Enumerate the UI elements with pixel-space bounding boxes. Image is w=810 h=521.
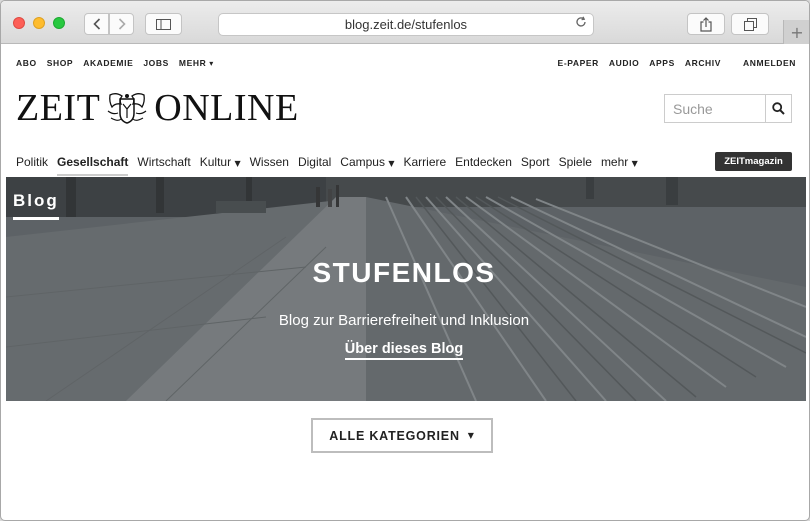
nav-kultur-label: Kultur xyxy=(199,155,232,169)
util-link-shop[interactable]: SHOP xyxy=(47,58,74,68)
util-link-abo[interactable]: ABO xyxy=(16,58,37,68)
blog-title: STUFENLOS xyxy=(312,257,496,288)
url-text: blog.zeit.de/stufenlos xyxy=(344,17,468,32)
nav-mehr-label: mehr xyxy=(600,155,629,169)
util-mehr-label: MEHR xyxy=(178,58,207,68)
caret-down-icon: ▼ xyxy=(467,431,475,440)
webpage: ABO SHOP AKADEMIE JOBS MEHR ▾ E-PAPER AU… xyxy=(6,45,806,518)
search-box xyxy=(664,94,792,123)
caret-down-icon: ▼ xyxy=(388,159,395,168)
util-link-akademie[interactable]: AKADEMIE xyxy=(83,58,133,68)
tab-overview-button[interactable] xyxy=(731,13,769,35)
nav-item-mehr[interactable]: mehr ▼ xyxy=(601,155,638,176)
util-link-apps[interactable]: APPS xyxy=(649,58,675,68)
address-bar[interactable]: blog.zeit.de/stufenlos xyxy=(218,13,594,36)
search-icon xyxy=(772,102,785,115)
login-link[interactable]: ANMELDEN xyxy=(743,58,796,68)
crest-icon xyxy=(107,93,147,124)
blog-tag: Blog xyxy=(13,191,59,220)
nav-item-kultur[interactable]: Kultur ▼ xyxy=(200,155,241,176)
logo-word-zeit: ZEIT xyxy=(16,87,101,129)
blog-subtitle: Blog zur Barrierefreiheit und Inklusion xyxy=(278,312,530,329)
chevron-left-icon xyxy=(92,18,100,30)
share-button[interactable] xyxy=(687,13,725,35)
utility-nav-left: ABO SHOP AKADEMIE JOBS MEHR ▾ xyxy=(16,58,214,68)
util-link-epaper[interactable]: E-PAPER xyxy=(558,58,599,68)
browser-window: blog.zeit.de/stufenlos + ABO SHOP AKADEM… xyxy=(0,0,810,521)
hero-image xyxy=(6,177,806,401)
nav-item-sport[interactable]: Sport xyxy=(521,155,550,176)
about-blog-link-wrap: Über dieses Blog xyxy=(6,340,802,360)
browser-toolbar: blog.zeit.de/stufenlos + xyxy=(1,1,809,44)
reload-icon[interactable] xyxy=(575,16,587,32)
zeit-online-logo[interactable]: ZEIT ONLINE xyxy=(16,87,299,129)
nav-item-politik[interactable]: Politik xyxy=(16,155,48,176)
about-blog-link[interactable]: Über dieses Blog xyxy=(344,341,464,360)
nav-item-campus[interactable]: Campus ▼ xyxy=(340,155,394,176)
nav-campus-label: Campus xyxy=(340,155,385,169)
new-tab-button[interactable]: + xyxy=(783,20,809,44)
nav-item-gesellschaft[interactable]: Gesellschaft xyxy=(57,155,129,176)
plus-icon: + xyxy=(790,22,804,42)
caret-down-icon: ▾ xyxy=(209,59,214,68)
util-link-mehr[interactable]: MEHR ▾ xyxy=(179,58,214,68)
util-link-archiv[interactable]: ARCHIV xyxy=(685,58,721,68)
nav-item-karriere[interactable]: Karriere xyxy=(403,155,446,176)
sidebar-toggle-button[interactable] xyxy=(145,13,182,35)
search-input[interactable] xyxy=(665,95,765,122)
nav-item-spiele[interactable]: Spiele xyxy=(559,155,592,176)
util-link-audio[interactable]: AUDIO xyxy=(609,58,639,68)
search-button[interactable] xyxy=(765,95,791,122)
sidebar-icon xyxy=(156,18,171,30)
nav-item-entdecken[interactable]: Entdecken xyxy=(455,155,512,176)
util-link-jobs[interactable]: JOBS xyxy=(143,58,169,68)
forward-button[interactable] xyxy=(109,13,134,35)
all-categories-label: ALLE KATEGORIEN xyxy=(329,428,460,443)
minimize-window-button[interactable] xyxy=(33,17,45,29)
zoom-window-button[interactable] xyxy=(53,17,65,29)
nav-item-wirtschaft[interactable]: Wirtschaft xyxy=(137,155,190,176)
logo-word-online: ONLINE xyxy=(154,87,299,129)
back-button[interactable] xyxy=(84,13,109,35)
caret-down-icon: ▼ xyxy=(234,159,241,168)
caret-down-icon: ▼ xyxy=(631,159,638,168)
hero-banner: Blog STUFENLOS Blog zur Barrierefreiheit… xyxy=(6,177,806,401)
utility-nav-right: E-PAPER AUDIO APPS ARCHIV ANMELDEN xyxy=(558,58,796,68)
chevron-right-icon xyxy=(118,18,126,30)
main-nav: Politik Gesellschaft Wirtschaft Kultur ▼… xyxy=(16,155,638,176)
nav-item-digital[interactable]: Digital xyxy=(298,155,331,176)
nav-item-wissen[interactable]: Wissen xyxy=(250,155,289,176)
tabs-icon xyxy=(743,17,757,31)
all-categories-button[interactable]: ALLE KATEGORIEN ▼ xyxy=(311,418,493,453)
share-icon xyxy=(700,16,712,32)
zeitmagazin-button[interactable]: ZEITmagazin xyxy=(715,152,792,171)
close-window-button[interactable] xyxy=(13,17,25,29)
